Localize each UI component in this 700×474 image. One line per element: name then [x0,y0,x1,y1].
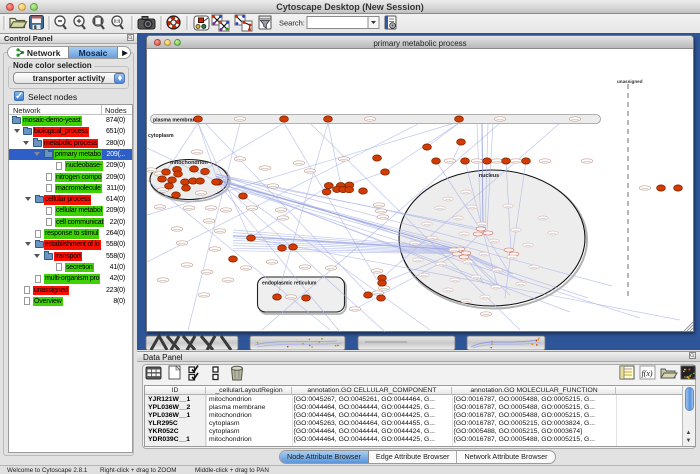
svg-text:mitochondrion: mitochondrion [170,160,208,166]
svg-text:unassigned: unassigned [617,79,643,84]
svg-text:plasma membrane: plasma membrane [153,118,199,124]
svg-text:endoplasmic reticulum: endoplasmic reticulum [262,281,317,287]
svg-text:nucleus: nucleus [479,173,499,179]
svg-text:cytoplasm: cytoplasm [148,133,174,139]
svg-text:Search:: Search: [279,19,305,28]
svg-text:f(x): f(x) [641,369,652,378]
